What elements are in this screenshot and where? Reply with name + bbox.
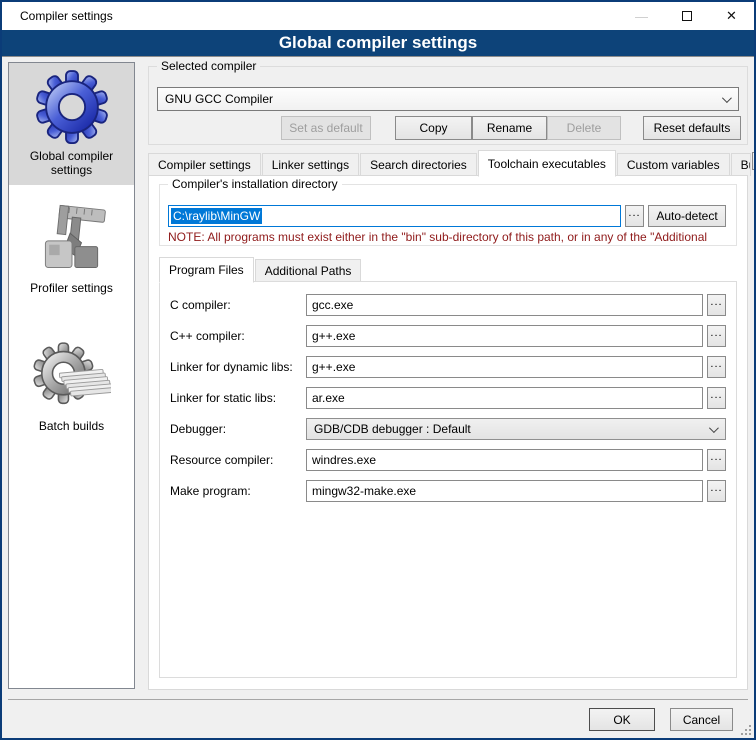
resource-compiler-input[interactable]	[306, 449, 703, 471]
compiler-settings-dialog: Compiler settings — ✕ Global compiler se…	[0, 0, 756, 740]
field-row-c-compiler: C compiler: ...	[170, 294, 726, 316]
programs-subtabstrip: Program Files Additional Paths	[159, 256, 362, 282]
minimize-icon: —	[635, 9, 648, 24]
field-label: C compiler:	[170, 298, 306, 312]
settings-tabstrip: Compiler settings Linker settings Search…	[148, 149, 746, 176]
maximize-button[interactable]	[664, 2, 709, 30]
browse-dynamic-linker-button[interactable]: ...	[707, 356, 726, 378]
selected-compiler-group: Selected compiler GNU GCC Compiler Set a…	[148, 66, 748, 145]
maximize-icon	[682, 11, 692, 21]
field-row-dynamic-linker: Linker for dynamic libs: ...	[170, 356, 726, 378]
sidebar-item-profiler-settings[interactable]: Profiler settings	[9, 195, 134, 307]
debugger-select-value: GDB/CDB debugger : Default	[314, 422, 471, 436]
profiler-caliper-icon	[31, 199, 113, 279]
page-title: Global compiler settings	[2, 30, 754, 57]
installation-directory-group: Compiler's installation directory C:\ray…	[159, 184, 737, 246]
c-compiler-input[interactable]	[306, 294, 703, 316]
batch-builds-icon	[31, 337, 113, 417]
close-icon: ✕	[726, 8, 737, 24]
window-title: Compiler settings	[2, 9, 113, 23]
selected-text: C:\raylib\MinGW	[171, 208, 262, 224]
field-row-debugger: Debugger: GDB/CDB debugger : Default	[170, 418, 726, 440]
dynamic-linker-input[interactable]	[306, 356, 703, 378]
group-legend: Compiler's installation directory	[168, 177, 342, 191]
compiler-select[interactable]: GNU GCC Compiler	[157, 87, 739, 111]
tab-scroll-left-button[interactable]: ◄	[752, 152, 756, 170]
static-linker-input[interactable]	[306, 387, 703, 409]
tab-toolchain-executables[interactable]: Toolchain executables	[478, 150, 616, 177]
make-program-input[interactable]	[306, 480, 703, 502]
cancel-button[interactable]: Cancel	[670, 708, 733, 731]
field-label: Make program:	[170, 484, 306, 498]
browse-static-linker-button[interactable]: ...	[707, 387, 726, 409]
ok-button[interactable]: OK	[589, 708, 655, 731]
field-label: Resource compiler:	[170, 453, 306, 467]
sidebar-item-global-compiler-settings[interactable]: Global compiler settings	[9, 63, 134, 185]
browse-resource-compiler-button[interactable]: ...	[707, 449, 726, 471]
set-as-default-button[interactable]: Set as default	[281, 116, 371, 140]
close-button[interactable]: ✕	[709, 2, 754, 30]
chevron-down-icon	[709, 423, 719, 433]
arrow-left-icon: ◄	[753, 157, 756, 166]
browse-c-compiler-button[interactable]: ...	[707, 294, 726, 316]
field-row-cpp-compiler: C++ compiler: ...	[170, 325, 726, 347]
install-dir-note: NOTE: All programs must exist either in …	[168, 230, 732, 244]
footer-divider	[8, 699, 748, 700]
tab-custom-variables[interactable]: Custom variables	[617, 153, 730, 176]
browse-install-dir-button[interactable]: ...	[625, 205, 644, 227]
field-label: Linker for dynamic libs:	[170, 360, 306, 374]
field-row-resource-compiler: Resource compiler: ...	[170, 449, 726, 471]
titlebar: Compiler settings — ✕	[2, 2, 754, 30]
settings-category-list: Global compiler settings	[8, 62, 135, 689]
browse-make-program-button[interactable]: ...	[707, 480, 726, 502]
program-files-page: C compiler: ... C++ compiler: ... Linker…	[159, 281, 737, 678]
debugger-select[interactable]: GDB/CDB debugger : Default	[306, 418, 726, 440]
field-row-static-linker: Linker for static libs: ...	[170, 387, 726, 409]
delete-button[interactable]: Delete	[547, 116, 621, 140]
sidebar-item-label: Batch builds	[35, 417, 108, 439]
copy-button[interactable]: Copy	[395, 116, 472, 140]
resize-grip[interactable]	[739, 723, 751, 735]
auto-detect-button[interactable]: Auto-detect	[648, 205, 726, 227]
cpp-compiler-input[interactable]	[306, 325, 703, 347]
rename-button[interactable]: Rename	[472, 116, 547, 140]
tab-search-directories[interactable]: Search directories	[360, 153, 477, 176]
sidebar-item-label: Global compiler settings	[9, 147, 134, 183]
minimize-button[interactable]: —	[619, 2, 664, 30]
field-label: C++ compiler:	[170, 329, 306, 343]
tab-build-options[interactable]: Build options	[731, 153, 751, 176]
browse-cpp-compiler-button[interactable]: ...	[707, 325, 726, 347]
group-legend: Selected compiler	[157, 59, 260, 73]
subtab-program-files[interactable]: Program Files	[159, 257, 254, 283]
tab-compiler-settings[interactable]: Compiler settings	[148, 153, 261, 176]
chevron-down-icon	[722, 93, 732, 103]
install-dir-input[interactable]: C:\raylib\MinGW	[168, 205, 621, 227]
sidebar-item-label: Profiler settings	[26, 279, 117, 301]
subtab-additional-paths[interactable]: Additional Paths	[255, 259, 362, 282]
sidebar-item-batch-builds[interactable]: Batch builds	[9, 333, 134, 443]
field-row-make-program: Make program: ...	[170, 480, 726, 502]
compiler-select-value: GNU GCC Compiler	[165, 92, 273, 106]
reset-defaults-button[interactable]: Reset defaults	[643, 116, 741, 140]
toolchain-executables-page: Compiler's installation directory C:\ray…	[148, 175, 748, 690]
field-label: Linker for static libs:	[170, 391, 306, 405]
tab-linker-settings[interactable]: Linker settings	[262, 153, 359, 176]
field-label: Debugger:	[170, 422, 306, 436]
blue-gear-icon	[31, 67, 113, 147]
